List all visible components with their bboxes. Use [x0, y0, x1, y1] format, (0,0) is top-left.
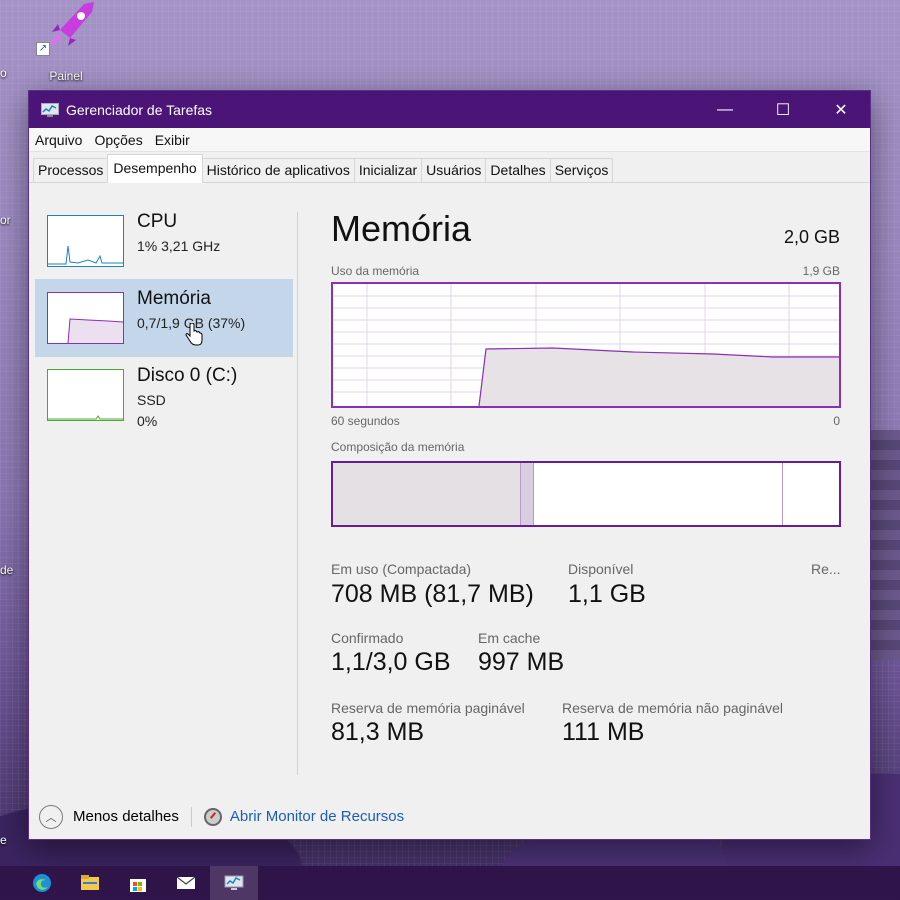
- minimize-button[interactable]: —: [696, 91, 754, 128]
- sidebar-item-sub: 1% 3,21 GHz: [137, 238, 221, 254]
- mail-icon[interactable]: [162, 866, 210, 900]
- stat-paged-value: 81,3 MB: [331, 718, 425, 746]
- stat-committed-label: Confirmado: [331, 630, 404, 646]
- usage-graph-max: 1,9 GB: [802, 264, 840, 278]
- time-axis-left: 60 segundos: [331, 414, 400, 428]
- sidebar-item-disco[interactable]: Disco 0 (C:) SSD 0%: [35, 356, 293, 434]
- stat-nonpaged-value: 111 MB: [562, 718, 645, 746]
- stat-paged-label: Reserva de memória paginável: [331, 700, 525, 716]
- footer-bar: ︿ Menos detalhes Abrir Monitor de Recurs…: [29, 794, 870, 839]
- stat-committed-value: 1,1/3,0 GB: [331, 648, 451, 676]
- less-details-link[interactable]: Menos detalhes: [73, 808, 179, 825]
- stat-available-value: 1,1 GB: [568, 580, 646, 608]
- desktop-edge-text: e: [0, 833, 7, 847]
- tab-servicos[interactable]: Serviços: [549, 158, 614, 182]
- hand-cursor-icon: [185, 323, 203, 346]
- tab-usuarios[interactable]: Usuários: [421, 158, 487, 182]
- desktop-icon-painel[interactable]: ↗ Painel: [34, 0, 98, 83]
- stat-cached-label: Em cache: [478, 630, 541, 646]
- tab-strip: Processos Desempenho Histórico de aplica…: [29, 152, 870, 183]
- maximize-button[interactable]: ☐: [754, 91, 812, 128]
- memory-usage-plot: [333, 284, 839, 407]
- sidebar-item-memoria[interactable]: Memória 0,7/1,9 GB (37%): [35, 279, 293, 357]
- time-axis-right: 0: [833, 414, 840, 428]
- task-manager-window: Gerenciador de Tarefas — ☐ ✕ Arquivo Opç…: [28, 90, 871, 840]
- close-button[interactable]: ✕: [812, 91, 870, 128]
- tab-historico[interactable]: Histórico de aplicativos: [201, 158, 355, 182]
- desktop-icon-label: Painel: [49, 69, 83, 83]
- sidebar-item-title: Disco 0 (C:): [137, 365, 238, 386]
- sidebar-item-cpu[interactable]: CPU 1% 3,21 GHz: [35, 202, 293, 280]
- tab-detalhes[interactable]: Detalhes: [485, 158, 551, 182]
- store-icon[interactable]: [114, 866, 162, 900]
- sidebar-item-title: Memória: [137, 288, 211, 309]
- stat-nonpaged-label: Reserva de memória não paginável: [562, 700, 784, 716]
- stat-available-label: Disponível: [568, 561, 634, 577]
- tab-processos[interactable]: Processos: [33, 158, 109, 182]
- shortcut-arrow-icon: ↗: [36, 42, 50, 56]
- resource-monitor-icon: [203, 807, 222, 826]
- usage-graph-label: Uso da memória: [331, 264, 420, 278]
- menu-exibir[interactable]: Exibir: [155, 132, 190, 148]
- title-bar[interactable]: Gerenciador de Tarefas — ☐ ✕: [29, 91, 870, 128]
- tab-inicializar[interactable]: Inicializar: [353, 158, 423, 182]
- memory-thumbnail-graph: [47, 292, 124, 344]
- edge-icon[interactable]: [18, 866, 66, 900]
- task-manager-icon[interactable]: [210, 866, 258, 900]
- desktop-edge-text: or: [0, 213, 11, 227]
- page-title: Memória: [331, 208, 472, 249]
- memory-details: Memória 2,0 GB Uso da memória 1,9 GB 60 …: [331, 184, 841, 794]
- desktop-edge-text: o: [0, 66, 7, 80]
- chevron-up-icon[interactable]: ︿: [39, 804, 63, 829]
- memory-usage-graph: [331, 282, 841, 408]
- performance-panel: CPU 1% 3,21 GHz Memória 0,7/1,9 GB (37%): [29, 184, 870, 794]
- memory-total: 2,0 GB: [783, 227, 840, 247]
- desktop-edge-text: de: [0, 563, 14, 577]
- composition-label: Composição da memória: [331, 440, 465, 454]
- sidebar-item-title: CPU: [137, 211, 178, 232]
- stat-reserved-label: Re...: [811, 561, 841, 577]
- stat-in-use-label: Em uso (Compactada): [331, 561, 472, 577]
- menu-arquivo[interactable]: Arquivo: [35, 132, 82, 148]
- menu-bar: Arquivo Opções Exibir: [29, 128, 870, 152]
- open-resource-monitor-link[interactable]: Abrir Monitor de Recursos: [230, 808, 404, 825]
- disk-sparkline: [48, 415, 123, 420]
- cpu-thumbnail-graph: [47, 215, 124, 267]
- desktop-building: [866, 430, 900, 660]
- footer-divider: [190, 806, 192, 827]
- taskbar: [0, 866, 900, 900]
- composition-modified: [520, 463, 534, 525]
- sidebar-item-sub: SSD: [137, 392, 166, 408]
- task-manager-app-icon: [41, 102, 59, 117]
- panel-divider: [297, 212, 298, 775]
- memory-composition-bar: [331, 461, 841, 527]
- composition-divider: [782, 463, 783, 525]
- disk-thumbnail-graph: [47, 369, 124, 421]
- tab-desempenho[interactable]: Desempenho: [107, 154, 203, 183]
- sidebar-item-sub: 0%: [137, 413, 158, 429]
- menu-opcoes[interactable]: Opções: [94, 132, 142, 148]
- cpu-sparkline: [48, 245, 123, 265]
- file-explorer-icon[interactable]: [66, 866, 114, 900]
- taskbar-start-partial: [0, 866, 18, 900]
- memory-sparkline: [67, 318, 124, 344]
- stat-in-use-value: 708 MB (81,7 MB): [331, 580, 534, 608]
- stat-cached-value: 997 MB: [478, 648, 565, 676]
- resource-sidebar: CPU 1% 3,21 GHz Memória 0,7/1,9 GB (37%): [35, 184, 293, 794]
- window-title: Gerenciador de Tarefas: [66, 101, 213, 118]
- composition-in-use: [333, 463, 520, 525]
